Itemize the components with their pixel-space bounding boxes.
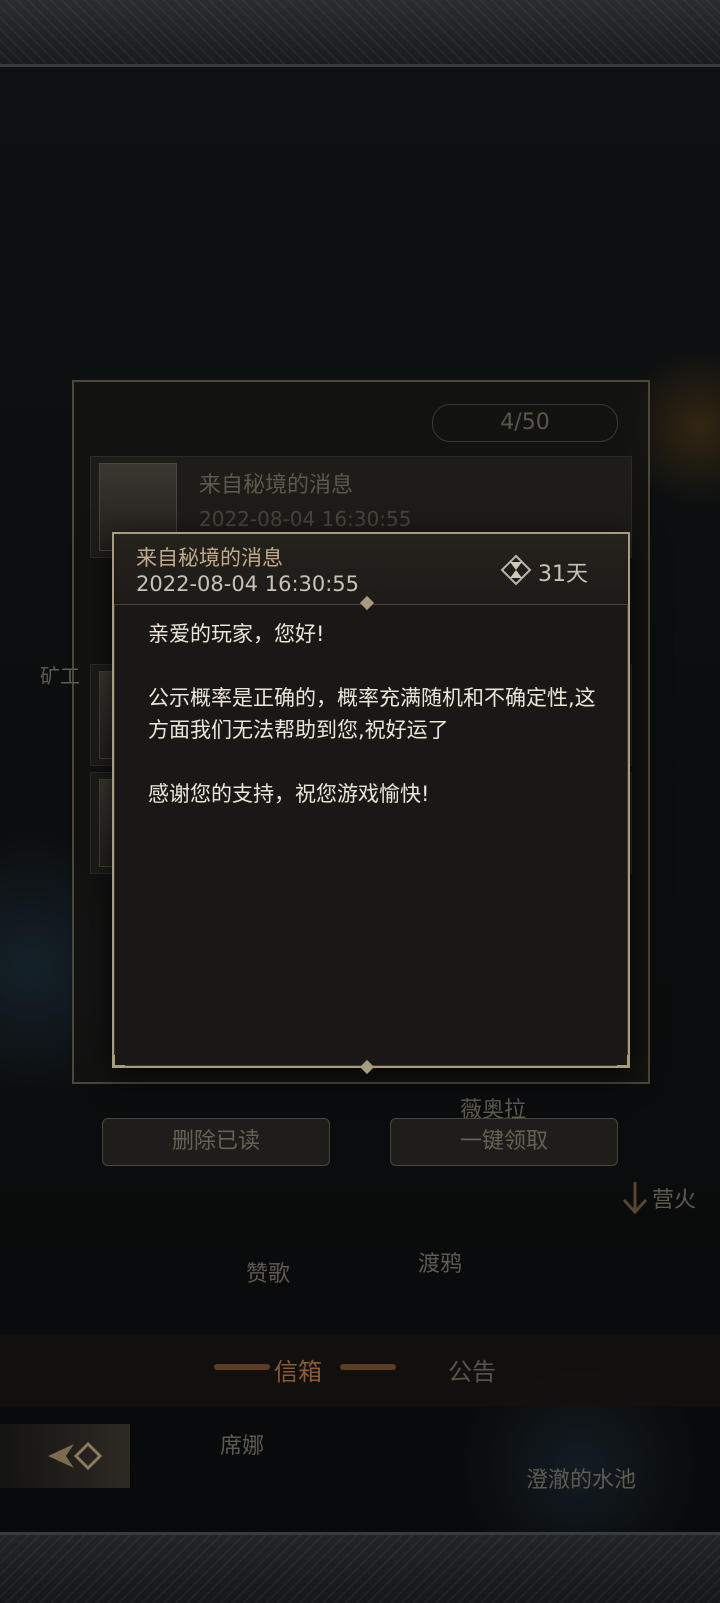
letter-dialog: 来自秘境的消息 2022-08-04 16:30:55 31天 亲爱的玩家，您好… [112, 532, 630, 1075]
corner-ornament [112, 1055, 125, 1068]
back-arrow-icon [48, 1441, 103, 1471]
letter-header: 来自秘境的消息 2022-08-04 16:30:55 31天 [114, 534, 628, 611]
location-xina: 席娜 [220, 1434, 265, 1459]
campfire-button[interactable]: 营火 [620, 1180, 710, 1216]
location-pool: 澄澈的水池 [526, 1468, 637, 1493]
letter-body: 亲爱的玩家，您好! 公示概率是正确的，概率充满随机和不确定性,这方面我们无法帮助… [148, 618, 598, 842]
tab-ornament-right [340, 1364, 396, 1370]
letter-paragraph: 公示概率是正确的，概率充满随机和不确定性,这方面我们无法帮助到您,祝好运了 [148, 686, 596, 742]
tab-mailbox[interactable]: 信箱 [274, 1352, 322, 1387]
down-arrow-icon [622, 1182, 648, 1215]
letter-title: 来自秘境的消息 [136, 546, 283, 570]
letter-date: 2022-08-04 16:30:55 [136, 572, 360, 596]
top-frame [0, 0, 720, 67]
tab-notice[interactable]: 公告 [448, 1352, 496, 1387]
campfire-label: 营火 [652, 1188, 697, 1213]
back-button[interactable] [0, 1424, 130, 1488]
letter-paragraph: 感谢您的支持，祝您游戏愉快! [148, 782, 430, 806]
delete-read-button[interactable]: 删除已读 [102, 1118, 330, 1166]
mail-count: 4/50 [432, 404, 618, 442]
header-diamond [359, 595, 375, 611]
tab-bar: 信箱 公告 [0, 1334, 720, 1406]
corner-ornament [617, 1055, 630, 1068]
letter-greeting: 亲爱的玩家，您好! [148, 622, 325, 646]
mail-row-title: 来自秘境的消息 [199, 473, 354, 498]
tab-ornament-left [214, 1364, 270, 1370]
location-duya: 渡鸦 [418, 1252, 463, 1277]
claim-all-button[interactable]: 一键领取 [390, 1118, 618, 1166]
hourglass-icon [500, 554, 532, 586]
bottom-frame [0, 1532, 720, 1603]
expiry-text: 31天 [538, 562, 588, 587]
side-label: 矿工 [40, 664, 80, 688]
mail-row-date: 2022-08-04 16:30:55 [199, 507, 412, 531]
location-zange: 赞歌 [246, 1262, 291, 1287]
